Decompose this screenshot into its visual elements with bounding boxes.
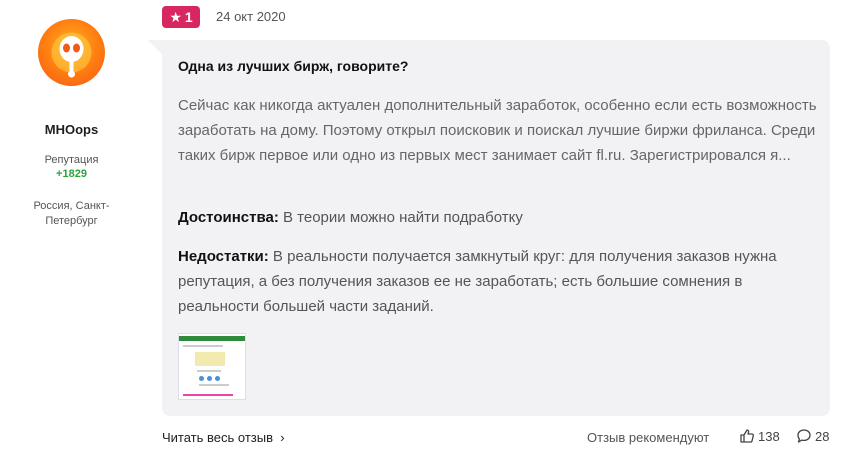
avatar[interactable]: [38, 19, 105, 86]
review-date: 24 окт 2020: [216, 9, 286, 24]
thumbnail-line: [183, 345, 223, 347]
likes-button[interactable]: 138: [739, 428, 780, 444]
cons-text: В реальности получается замкнутый круг: …: [178, 248, 777, 315]
comments-count: 28: [815, 428, 830, 444]
rating-value: 1: [184, 9, 193, 25]
user-location: Россия, Санкт-Петербург: [33, 200, 110, 227]
thumbnail-line: [199, 384, 229, 386]
recommends-label: Отзыв рекомендуют: [587, 430, 710, 445]
thumbnail-dot: [215, 376, 220, 381]
thumbnail-line: [183, 394, 233, 396]
thumbnail-header-bar: [179, 336, 245, 341]
comment-icon: [797, 429, 811, 443]
username[interactable]: MHOops: [0, 122, 143, 137]
thumbnail-box: [195, 352, 225, 366]
comments-button[interactable]: 28: [796, 428, 829, 444]
likes-count: 138: [758, 428, 780, 444]
review-title[interactable]: Одна из лучших бирж, говорите?: [178, 58, 408, 74]
read-more-label: Читать весь отзыв: [162, 430, 274, 445]
chevron-right-icon: ›: [276, 430, 285, 445]
pros-label: Достоинства:: [178, 209, 279, 226]
cons-label: Недостатки:: [178, 248, 269, 265]
review-image-thumbnail[interactable]: [178, 333, 246, 400]
thumbnail-dot: [207, 376, 212, 381]
review-body: Сейчас как никогда актуален дополнительн…: [178, 97, 817, 164]
thumbnail-dot: [199, 376, 204, 381]
pros-text: В теории можно найти подработку: [278, 209, 523, 226]
alien-avatar-icon: [51, 32, 92, 78]
review-pros: Достоинства: В теории можно найти подраб…: [178, 205, 818, 230]
card-tail: [148, 40, 162, 54]
reputation-label: Репутация: [44, 154, 99, 166]
thumbnail-line: [197, 370, 221, 372]
thumbs-up-icon: [740, 429, 754, 443]
rating-badge: ★ 1: [162, 6, 200, 28]
reputation-value: +1829: [56, 168, 87, 180]
star-icon: ★: [169, 9, 182, 25]
read-full-review-link[interactable]: Читать весь отзыв ›: [162, 430, 285, 445]
review-cons: Недостатки: В реальности получается замк…: [178, 244, 818, 319]
